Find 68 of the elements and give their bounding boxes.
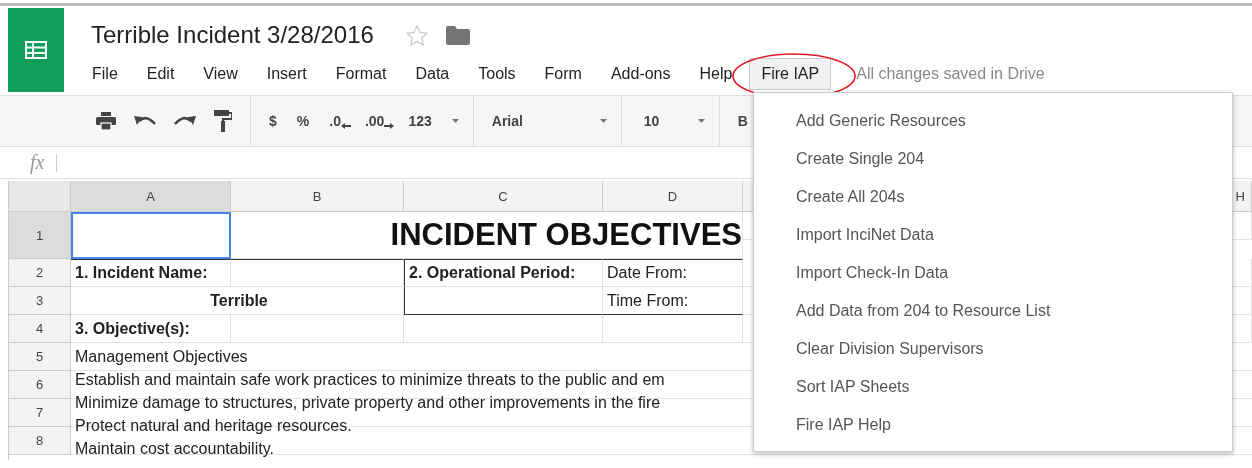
font-dropdown[interactable]: Arial (491, 113, 580, 129)
table-cell[interactable]: Date From: (603, 259, 743, 287)
folder-icon[interactable] (445, 25, 470, 45)
menu-item[interactable]: Tools (466, 58, 528, 90)
row-header[interactable]: 8 (9, 427, 71, 455)
dropdown-item[interactable]: Create Single 204 (754, 140, 925, 178)
menu-item[interactable]: Fire IAP (749, 58, 832, 90)
dropdown-item[interactable]: Sort IAP Sheets (754, 368, 910, 406)
row-header[interactable]: 7 (9, 399, 71, 427)
column-header[interactable]: D (603, 181, 743, 212)
row-header[interactable]: 6 (9, 371, 71, 399)
redo-icon[interactable] (174, 115, 196, 127)
row-header[interactable]: 3 (9, 287, 71, 315)
objective-text: Protect natural and heritage resources. (75, 416, 352, 436)
column-header[interactable]: C (404, 181, 603, 212)
number-format-button[interactable]: 123 (408, 113, 432, 129)
table-cell[interactable] (71, 212, 231, 259)
menu-item[interactable]: File (91, 58, 130, 90)
dropdown-item[interactable]: Import InciNet Data (754, 216, 934, 254)
menu-item[interactable]: Add-ons (598, 58, 683, 90)
row-header[interactable]: 2 (9, 259, 71, 287)
dropdown-item[interactable]: Add Generic Resources (754, 102, 966, 140)
column-header[interactable]: B (231, 181, 404, 212)
dropdown-item[interactable]: Add Data from 204 to Resource List (754, 292, 1051, 330)
menu-item[interactable]: Edit (134, 58, 187, 90)
table-cell[interactable]: Time From: (603, 287, 743, 315)
dropdown-item[interactable]: Import Check-In Data (754, 254, 949, 292)
column-header[interactable]: A (71, 181, 231, 212)
dropdown-item[interactable]: Fire IAP Help (754, 406, 891, 444)
print-icon[interactable] (96, 112, 116, 130)
menu-item[interactable]: Form (532, 58, 594, 90)
decrease-decimals-button[interactable]: .0 (329, 113, 341, 129)
menu-item[interactable]: Format (323, 58, 399, 90)
formula-label: fx (30, 151, 45, 174)
objective-text: Management Objectives (75, 347, 248, 367)
sheets-logo[interactable] (8, 8, 64, 92)
table-cell[interactable] (231, 259, 404, 287)
dropdown-item[interactable]: Clear Division Supervisors (754, 330, 984, 368)
row-header[interactable]: 1 (9, 212, 71, 259)
objective-text: Maintain cost accountability. (75, 439, 274, 459)
row-header[interactable]: 5 (9, 343, 71, 371)
row-header[interactable]: 4 (9, 315, 71, 343)
dropdown-item[interactable]: Create All 204s (754, 178, 905, 216)
table-cell[interactable]: 1. Incident Name: (71, 259, 231, 287)
objective-text: Minimize damage to structures, private property and other improvements in the fire (75, 393, 661, 413)
menu-item[interactable]: Data (403, 58, 462, 90)
save-status: All changes saved in Drive (856, 65, 1045, 83)
left-arrow-icon (340, 123, 351, 129)
increase-decimals-button[interactable]: .00 (364, 113, 385, 129)
undo-icon[interactable] (134, 115, 156, 127)
table-cell[interactable]: Terrible (71, 287, 404, 315)
currency-button[interactable]: $ (269, 113, 277, 129)
table-cell[interactable]: 2. Operational Period: (404, 259, 603, 287)
percent-button[interactable]: % (296, 113, 310, 129)
star-icon[interactable] (405, 24, 428, 46)
menu-item[interactable]: Insert (254, 58, 319, 90)
document-title[interactable]: Terrible Incident 3/28/2016 (91, 21, 374, 49)
right-arrow-icon (384, 123, 395, 129)
paint-roller-icon[interactable] (214, 110, 232, 132)
caret-icon (697, 119, 705, 123)
caret-icon (451, 119, 459, 123)
table-cell[interactable]: INCIDENT OBJECTIVES (231, 212, 743, 259)
menu-item[interactable]: View (191, 58, 250, 90)
menu-item[interactable]: Help (687, 58, 745, 90)
font-size-dropdown[interactable]: 10 (643, 113, 678, 129)
objective-text: Establish and maintain safe work practices to minimize threats to the public and em (75, 370, 665, 390)
bold-button[interactable]: B (737, 113, 748, 129)
caret-icon (599, 119, 607, 123)
